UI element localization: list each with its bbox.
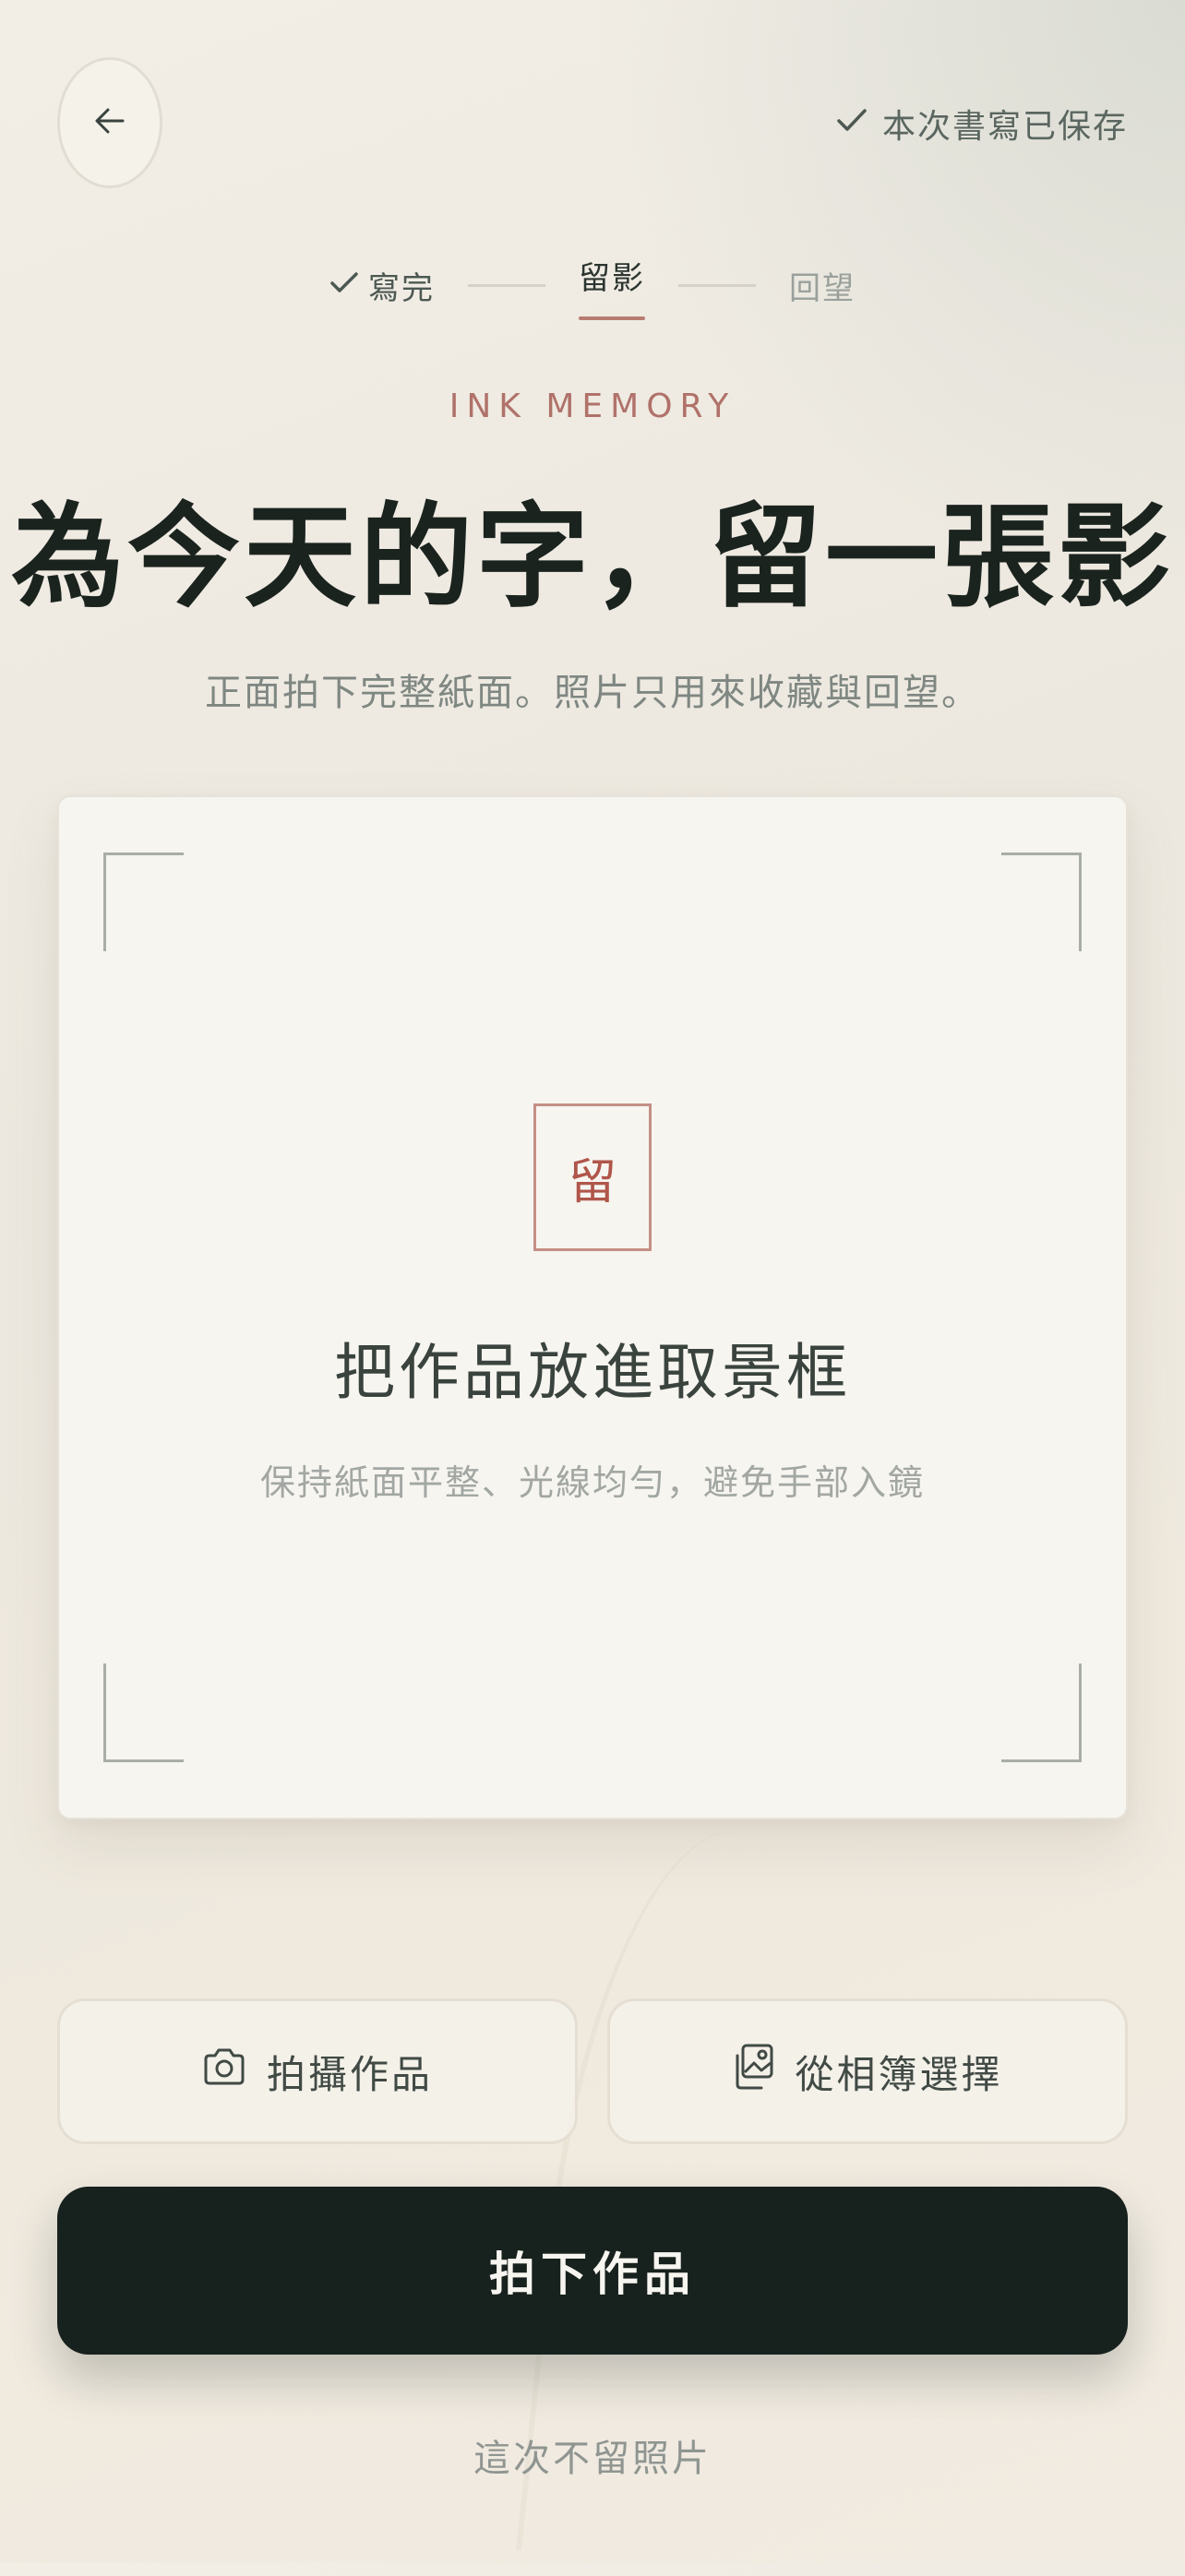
section-kicker: INK MEMORY [449, 388, 736, 425]
take-photo-label: 拍攝作品 [266, 2051, 433, 2097]
arrow-left-icon [91, 102, 128, 143]
step-review: 回望 [789, 263, 856, 308]
seal-stamp: 留 [533, 1103, 652, 1251]
step-written: 寫完 [329, 263, 435, 308]
take-photo-button[interactable]: 拍攝作品 [57, 1998, 578, 2144]
saved-status: 本次書寫已保存 [836, 100, 1128, 148]
frame-corner-bottom-right [1001, 1664, 1082, 1762]
step-connector [468, 284, 545, 287]
frame-corner-top-left [103, 853, 184, 951]
back-button[interactable] [57, 57, 162, 188]
saved-status-text: 本次書寫已保存 [881, 108, 1128, 146]
step-label: 寫完 [368, 270, 435, 307]
viewfinder-frame[interactable]: 留 把作品放進取景框 保持紙面平整、光線均勻，避免手部入鏡 [57, 795, 1128, 1819]
page-title: 為今天的字，留一張影 [11, 490, 1174, 623]
step-label: 回望 [789, 270, 856, 307]
seal-character: 留 [568, 1154, 616, 1210]
gallery-icon [732, 2043, 774, 2100]
viewfinder-hint: 保持紙面平整、光線均勻，避免手部入鏡 [259, 1462, 925, 1503]
skip-photo-link[interactable]: 這次不留照片 [0, 2428, 1185, 2482]
progress-stepper: 寫完 留影 回望 [0, 258, 1185, 320]
current-step-indicator [579, 316, 645, 320]
step-label: 留影 [579, 260, 645, 297]
frame-corner-bottom-left [103, 1664, 184, 1762]
check-icon [836, 105, 868, 143]
page-subtitle: 正面拍下完整紙面。照片只用來收藏與回望。 [205, 672, 980, 714]
step-photo: 留影 [579, 253, 645, 320]
capture-artwork-button[interactable]: 拍下作品 [57, 2187, 1128, 2355]
choose-from-album-button[interactable]: 從相簿選擇 [607, 1998, 1128, 2144]
frame-corner-top-right [1001, 853, 1082, 951]
viewfinder-title: 把作品放進取景框 [334, 1337, 851, 1408]
camera-icon [202, 2046, 246, 2096]
check-icon [329, 268, 359, 304]
step-connector [678, 284, 756, 287]
choose-from-album-label: 從相簿選擇 [795, 2051, 1003, 2097]
capture-artwork-label: 拍下作品 [489, 2248, 696, 2301]
